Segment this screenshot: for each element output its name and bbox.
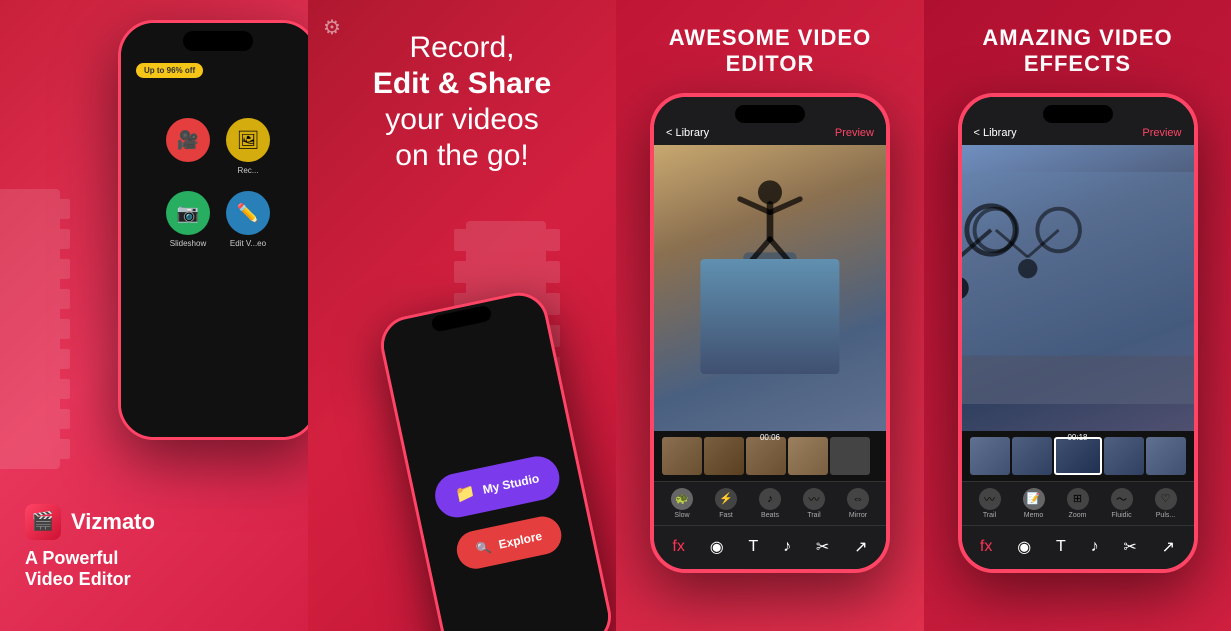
effect-icon-mirror: ⇔ bbox=[847, 488, 869, 510]
filter-icon: ◉ bbox=[710, 537, 724, 557]
brand-name: Vizmato bbox=[71, 509, 155, 535]
phone-mockup-4: < Library Preview bbox=[958, 93, 1198, 573]
app-icon-slideshow: 📷 Slideshow bbox=[166, 191, 210, 248]
text-icon-2: T bbox=[1056, 538, 1066, 556]
scissor-icon-2: ✂ bbox=[1123, 537, 1136, 557]
film-strip-decoration bbox=[0, 189, 70, 469]
panel-3: AWESOME VIDEO EDITOR < Library Preview bbox=[616, 0, 924, 631]
music-icon-2: ♪ bbox=[1091, 538, 1099, 556]
music-icon: ♪ bbox=[783, 538, 791, 556]
effect-item-fast: ⚡ Fast bbox=[715, 488, 737, 519]
effects-bar-3: 🐢 Slow ⚡ Fast ♪ Beats 〰 Trail ⇔ Mirro bbox=[654, 481, 886, 525]
phone-notch-4 bbox=[1043, 105, 1113, 123]
app-icon-photos: 🖼 Rec... bbox=[226, 118, 270, 175]
timeline-thumb bbox=[1104, 437, 1144, 475]
bottom-toolbar-4: fx ◉ T ♪ ✂ ↗ bbox=[962, 525, 1194, 569]
timeline-4: 00:18 bbox=[962, 431, 1194, 481]
video-placeholder-4 bbox=[962, 145, 1194, 431]
my-studio-button: 📁 My Studio bbox=[431, 452, 563, 521]
brand-tagline: A Powerful Video Editor bbox=[25, 548, 308, 591]
bike-svg bbox=[962, 145, 1194, 431]
panel-4-title: AMAZING VIDEO EFFECTS bbox=[982, 25, 1172, 78]
effect-icon-trail-2: 〰 bbox=[979, 488, 1001, 510]
timeline-thumb bbox=[746, 437, 786, 475]
timeline-thumb bbox=[1012, 437, 1052, 475]
phone-screen-4: < Library Preview bbox=[962, 97, 1194, 569]
timeline-thumb bbox=[1146, 437, 1186, 475]
share-icon-2: ↗ bbox=[1162, 537, 1175, 557]
effect-item-memo: 📝 Memo bbox=[1023, 488, 1045, 519]
panel-2-headline: Record, Edit & Share your videos on the … bbox=[373, 30, 551, 174]
timeline-thumb bbox=[704, 437, 744, 475]
effect-icon-fast: ⚡ bbox=[715, 488, 737, 510]
fx-icon-2: fx bbox=[980, 538, 992, 556]
effect-item-trail: 〰 Trail bbox=[979, 488, 1001, 519]
effect-icon-pulsate: ♡ bbox=[1155, 488, 1177, 510]
panel-4: AMAZING VIDEO EFFECTS < Library Preview bbox=[924, 0, 1231, 631]
brand-section: 🎬 Vizmato A Powerful Video Editor bbox=[0, 504, 308, 591]
effect-item-fluidic: 〜 Fluidic bbox=[1111, 488, 1133, 519]
effect-icon-memo: 📝 bbox=[1023, 488, 1045, 510]
panel-2: ⚙ Record, Edit & Share your videos on th… bbox=[308, 0, 616, 631]
fx-icon: fx bbox=[672, 538, 684, 556]
explore-button: 🔍 Explore bbox=[453, 513, 566, 572]
effect-icon-slow: 🐢 bbox=[671, 488, 693, 510]
effect-icon-trail: 〰 bbox=[803, 488, 825, 510]
effect-item-mirror: ⇔ Mirror bbox=[847, 488, 869, 519]
phone-screen-3: < Library Preview bbox=[654, 97, 886, 569]
effect-item-beats: ♪ Beats bbox=[759, 488, 781, 519]
video-area-3 bbox=[654, 145, 886, 431]
panel-3-title: AWESOME VIDEO EDITOR bbox=[669, 25, 871, 78]
timeline-thumb bbox=[662, 437, 702, 475]
effect-icon-zoom: ⊞ bbox=[1067, 488, 1089, 510]
phone-notch bbox=[183, 31, 253, 51]
brand-icon: 🎬 bbox=[25, 504, 61, 540]
timeline-thumb bbox=[1054, 437, 1102, 475]
video-area-4 bbox=[962, 145, 1194, 431]
filter-icon-2: ◉ bbox=[1017, 537, 1031, 557]
promo-banner: Up to 96% off bbox=[136, 63, 203, 78]
effects-bar-4: 〰 Trail 📝 Memo ⊞ Zoom 〜 Fluidic ♡ Pul bbox=[962, 481, 1194, 525]
phone-notch-3 bbox=[735, 105, 805, 123]
share-icon: ↗ bbox=[854, 537, 867, 557]
effect-icon-fluidic: 〜 bbox=[1111, 488, 1133, 510]
text-icon: T bbox=[748, 538, 758, 556]
brand-logo-row: 🎬 Vizmato bbox=[25, 504, 308, 540]
app-icon-edit: ✏️ Edit V...eo bbox=[226, 191, 270, 248]
video-placeholder-3 bbox=[654, 145, 886, 431]
jumping-figure-svg bbox=[677, 159, 863, 359]
timeline-thumb bbox=[788, 437, 828, 475]
effect-item-pulsate: ♡ Puls... bbox=[1155, 488, 1177, 519]
effect-item-zoom: ⊞ Zoom bbox=[1067, 488, 1089, 519]
phone-mockup-3: < Library Preview bbox=[650, 93, 890, 573]
scissor-icon: ✂ bbox=[816, 537, 829, 557]
app-icon-record: 🎥 bbox=[166, 118, 210, 175]
timeline-3: 00:06 bbox=[654, 431, 886, 481]
phone-mockup-1: Up to 96% off 🎥 🖼 Rec... 📷 Slideshow bbox=[118, 20, 308, 440]
effect-item-trail: 〰 Trail bbox=[803, 488, 825, 519]
timeline-thumb bbox=[970, 437, 1010, 475]
effect-item-slow: 🐢 Slow bbox=[671, 488, 693, 519]
settings-icon: ⚙ bbox=[323, 15, 341, 40]
timeline-thumb bbox=[830, 437, 870, 475]
panel-1: Up to 96% off 🎥 🖼 Rec... 📷 Slideshow bbox=[0, 0, 308, 631]
effect-icon-beats: ♪ bbox=[759, 488, 781, 510]
bottom-toolbar-3: fx ◉ T ♪ ✂ ↗ bbox=[654, 525, 886, 569]
